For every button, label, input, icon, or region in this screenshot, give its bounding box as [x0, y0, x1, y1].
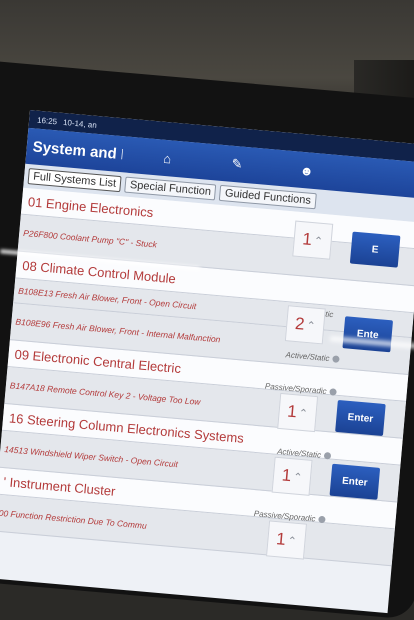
tablet-screen: 16:25 10-14, an System and F ⌂ ✎ ☻ Full … — [0, 110, 414, 614]
enter-button[interactable]: Ente — [342, 316, 394, 353]
fault-count-box[interactable]: 1 ⌃ — [292, 220, 334, 260]
page-title: System and F — [32, 137, 124, 163]
fault-count: 1 — [286, 401, 298, 422]
fault-count-box[interactable]: 1 ⌃ — [271, 456, 313, 496]
dtc-text: 00 Function Restriction Due To Commu — [0, 507, 148, 531]
systems-list: 01 Engine Electronics P26F800 Coolant Pu… — [0, 187, 414, 567]
fault-count: 1 — [280, 465, 293, 486]
dtc-text: B147A18 Remote Control Key 2 - Voltage T… — [9, 380, 201, 407]
enter-button[interactable]: E — [349, 231, 401, 268]
dtc-text: 14513 Windshield Wiper Switch - Open Cir… — [3, 444, 179, 470]
fault-count: 2 — [294, 313, 306, 334]
enter-button[interactable]: Enter — [335, 399, 386, 437]
status-text: Active/Static — [285, 350, 330, 364]
fault-count: 1 — [275, 529, 287, 549]
fault-count: 1 — [301, 229, 313, 250]
dtc-text: B108E96 Fresh Air Blower, Front - Intern… — [15, 316, 221, 345]
chevron-up-icon: ⌃ — [298, 407, 309, 420]
system-name: 01 Engine Electronics — [27, 193, 154, 220]
home-icon[interactable]: ⌂ — [147, 149, 188, 167]
fault-count-box[interactable]: 2 ⌃ — [284, 305, 326, 345]
chevron-up-icon: ⌃ — [313, 234, 324, 248]
status-time: 16:25 — [36, 115, 58, 126]
fault-count-box[interactable]: 1 ⌃ — [277, 392, 319, 433]
system-name: ' Instrument Cluster — [2, 473, 117, 499]
status-indicator-icon — [332, 355, 340, 363]
status-date: 10-14, an — [62, 117, 98, 130]
fault-count-box[interactable]: 1 ⌃ — [266, 520, 307, 560]
chevron-up-icon: ⌃ — [287, 534, 298, 548]
user-icon[interactable]: ☻ — [286, 161, 327, 179]
enter-button[interactable]: Enter — [329, 463, 381, 500]
chevron-up-icon: ⌃ — [305, 319, 317, 333]
chevron-up-icon: ⌃ — [292, 470, 303, 484]
report-icon[interactable]: ✎ — [216, 155, 257, 174]
